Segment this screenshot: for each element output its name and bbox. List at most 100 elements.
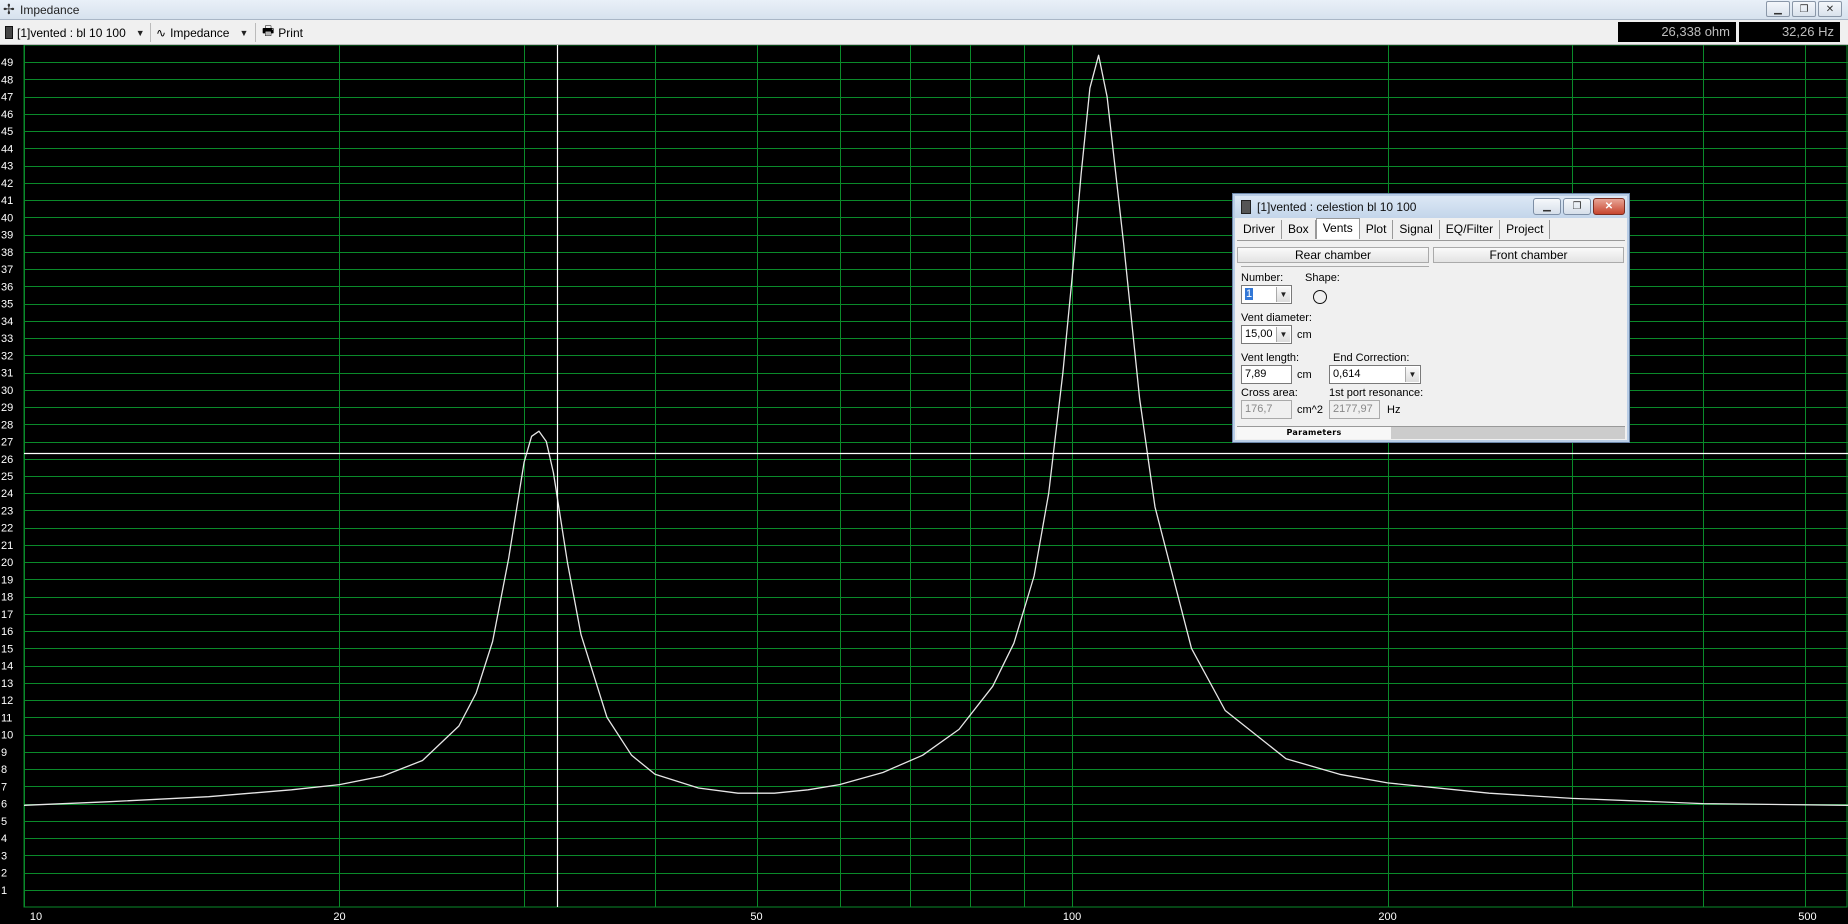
dialog-bottom-tabs: Parameters (1237, 426, 1625, 439)
dialog-controls: ▁ ❐ ✕ (1533, 198, 1625, 215)
vent-length-label: Vent length: (1241, 352, 1300, 364)
front-chamber-button[interactable]: Front chamber (1433, 247, 1624, 263)
vent-diameter-select[interactable]: 15,00 ▼ (1241, 325, 1292, 344)
vents-panel: Rear chamber Front chamber Number: Shape… (1237, 240, 1625, 425)
y-tick-label: 29 (1, 402, 13, 414)
y-tick-label: 45 (1, 126, 13, 138)
minimize-icon[interactable]: ▁ (1766, 1, 1790, 17)
toolbar: [1]vented : bl 10 100 ▼ ∿ Impedance ▼ 🖶 … (0, 20, 1848, 45)
y-tick-label: 35 (1, 299, 13, 311)
rear-chamber-group: Number: Shape: 1 ▼ Vent diameter: 15,00 … (1241, 266, 1429, 426)
tab-signal[interactable]: Signal (1393, 220, 1440, 239)
y-tick-label: 43 (1, 161, 13, 173)
tab-project[interactable]: Project (1500, 220, 1551, 239)
tab-plot[interactable]: Plot (1360, 220, 1394, 239)
y-tick-label: 6 (1, 799, 7, 811)
window-title: Impedance (20, 3, 80, 17)
y-tick-label: 23 (1, 505, 13, 517)
restore-icon[interactable]: ❐ (1792, 1, 1816, 17)
chevron-down-icon: ▼ (1276, 327, 1290, 342)
y-tick-label: 8 (1, 764, 7, 776)
toolbar-divider (255, 23, 256, 42)
circle-shape-icon[interactable] (1313, 290, 1327, 304)
y-tick-label: 41 (1, 195, 13, 207)
y-tick-label: 48 (1, 74, 13, 86)
number-select[interactable]: 1 ▼ (1241, 285, 1292, 304)
window-controls: ▁ ❐ ✕ (1766, 1, 1842, 17)
y-tick-label: 10 (1, 730, 13, 742)
project-selector[interactable]: [1]vented : bl 10 100 ▼ (5, 24, 145, 41)
waveform-icon: ∿ (156, 25, 167, 40)
y-tick-label: 42 (1, 178, 13, 190)
chevron-down-icon: ▼ (1405, 367, 1419, 382)
speaker-icon (1241, 200, 1251, 214)
tab-box[interactable]: Box (1282, 220, 1316, 239)
impedance-chart[interactable]: 1234567891011121314151617181920212223242… (0, 45, 1848, 924)
y-tick-label: 25 (1, 471, 13, 483)
graph-selector-label: Impedance (170, 25, 230, 40)
y-tick-label: 39 (1, 230, 13, 242)
end-correction-value: 0,614 (1333, 368, 1361, 380)
y-tick-label: 20 (1, 557, 13, 569)
printer-icon: 🖶 (262, 22, 275, 38)
close-icon[interactable]: ✕ (1818, 1, 1842, 17)
vent-length-input[interactable]: 7,89 (1241, 365, 1292, 384)
speaker-icon (5, 26, 13, 39)
x-tick-label: 500 (1798, 911, 1816, 923)
y-tick-label: 13 (1, 678, 13, 690)
tab-vents[interactable]: Vents (1315, 218, 1360, 239)
y-tick-label: 24 (1, 488, 13, 500)
port-resonance-unit: Hz (1387, 404, 1401, 416)
graph-selector[interactable]: ∿ Impedance ▼ (156, 24, 248, 41)
y-tick-label: 3 (1, 850, 7, 862)
y-tick-label: 32 (1, 350, 13, 362)
y-tick-label: 17 (1, 609, 13, 621)
tab-parameters[interactable]: Parameters (1237, 427, 1391, 439)
y-tick-label: 33 (1, 333, 13, 345)
y-tick-label: 36 (1, 281, 13, 293)
y-tick-label: 18 (1, 592, 13, 604)
y-tick-label: 11 (1, 712, 12, 724)
app-icon: ✢ (3, 1, 15, 17)
plot-background (0, 45, 1848, 924)
frequency-readout: 32,26 Hz (1739, 22, 1840, 42)
dialog-restore-icon[interactable]: ❐ (1563, 198, 1591, 215)
y-tick-label: 30 (1, 385, 13, 397)
chevron-down-icon: ▼ (1276, 287, 1290, 302)
impedance-plot[interactable]: 1 2 3 4 5 6 7 8 9 10 11 12 13 14 15 16 17 18 19 20 21 22 23 24 2… (0, 45, 1848, 924)
print-button[interactable]: 🖶 Print (262, 22, 303, 41)
cross-area-label: Cross area: (1241, 387, 1298, 399)
tab-driver[interactable]: Driver (1237, 220, 1282, 239)
y-tick-label: 27 (1, 437, 13, 449)
y-tick-label: 38 (1, 247, 13, 259)
dialog-close-icon[interactable]: ✕ (1593, 198, 1625, 215)
dialog-titlebar[interactable]: [1]vented : celestion bl 10 100 ▁ ❐ ✕ (1235, 196, 1627, 218)
y-tick-label: 21 (1, 540, 13, 552)
rear-chamber-button[interactable]: Rear chamber (1237, 247, 1429, 263)
y-tick-label: 4 (1, 833, 7, 845)
tab-eq-filter[interactable]: EQ/Filter (1440, 220, 1501, 239)
dialog-minimize-icon[interactable]: ▁ (1533, 198, 1561, 215)
cross-area-unit: cm^2 (1297, 404, 1323, 416)
y-tick-label: 40 (1, 212, 13, 224)
y-tick-label: 15 (1, 643, 13, 655)
port-resonance-value: 2177,97 (1329, 400, 1380, 419)
y-tick-label: 31 (1, 368, 13, 380)
end-correction-select[interactable]: 0,614 ▼ (1329, 365, 1421, 384)
port-resonance-label: 1st port resonance: (1329, 387, 1424, 399)
y-tick-label: 16 (1, 626, 13, 638)
chevron-down-icon: ▼ (239, 27, 249, 38)
y-tick-label: 37 (1, 264, 13, 276)
shape-label: Shape: (1305, 272, 1340, 284)
y-tick-label: 5 (1, 816, 7, 828)
x-tick-label: 10 (30, 911, 42, 923)
y-tick-label: 47 (1, 92, 13, 104)
vented-box-dialog: [1]vented : celestion bl 10 100 ▁ ❐ ✕ Dr… (1232, 193, 1630, 443)
y-tick-label: 28 (1, 419, 13, 431)
print-label: Print (278, 25, 303, 40)
y-tick-label: 44 (1, 143, 13, 155)
cross-area-value: 176,7 (1241, 400, 1292, 419)
vent-diameter-value: 15,00 (1245, 328, 1273, 340)
vent-diameter-label: Vent diameter: (1241, 312, 1312, 324)
vent-diameter-unit: cm (1297, 329, 1312, 341)
